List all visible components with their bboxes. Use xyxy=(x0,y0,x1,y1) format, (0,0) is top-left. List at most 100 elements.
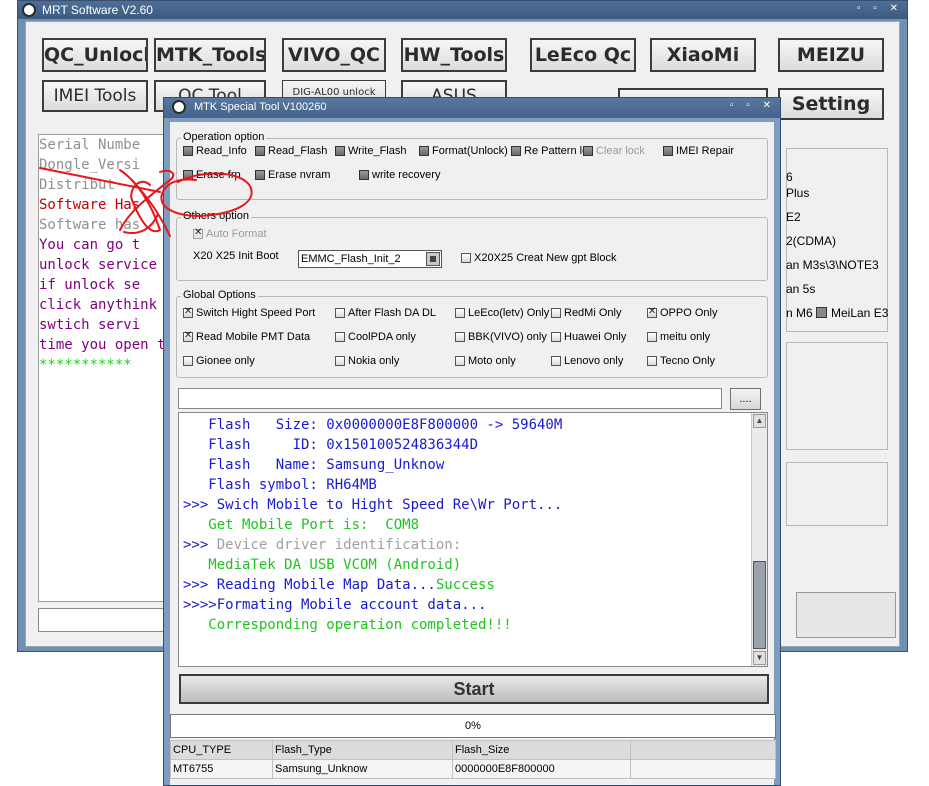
qc-unlock-button[interactable]: QC_Unlock xyxy=(42,38,148,72)
console-text: Swich Mobile to Hight Speed Re\Wr Port..… xyxy=(216,497,563,513)
checkbox-box[interactable] xyxy=(647,356,657,366)
global-option-checkbox[interactable]: Gionee only xyxy=(183,355,255,367)
global-option-checkbox[interactable]: Lenovo only xyxy=(551,355,623,367)
operation-option-checkbox[interactable]: Read_Info xyxy=(183,145,247,157)
console-line: Get Mobile Port is: COM8 xyxy=(183,515,562,535)
operation-option-checkbox[interactable]: Re Pattern lo xyxy=(511,145,588,157)
operation-option-checkbox[interactable]: Erase frp xyxy=(183,169,241,181)
operation-option-checkbox[interactable]: Format(Unlock) xyxy=(419,145,508,157)
init-boot-select[interactable]: EMMC_Flash_Init_2 xyxy=(298,250,442,268)
global-option-checkbox[interactable]: RedMi Only xyxy=(551,307,621,319)
checkbox-box[interactable] xyxy=(455,332,465,342)
option-label: LeEco(letv) Only xyxy=(468,307,550,319)
global-option-checkbox[interactable]: Moto only xyxy=(455,355,516,367)
global-option-checkbox[interactable]: BBK(VIVO) only xyxy=(455,331,547,343)
console-line: Flash symbol: RH64MB xyxy=(183,475,562,495)
global-option-checkbox[interactable]: LeEco(letv) Only xyxy=(455,307,549,319)
checkbox-box[interactable] xyxy=(183,306,193,318)
checkbox-box[interactable] xyxy=(511,146,521,156)
checkbox-box[interactable] xyxy=(647,332,657,342)
gpt-block-label: X20X25 Creat New gpt Block xyxy=(474,252,617,264)
checkbox-box[interactable] xyxy=(183,146,193,156)
operation-option-checkbox[interactable]: Write_Flash xyxy=(335,145,406,157)
operation-option-checkbox[interactable]: write recovery xyxy=(359,169,440,181)
model-fragment: E2 xyxy=(786,210,801,224)
window-controls[interactable]: ▫ ▫ ✕ xyxy=(857,3,903,14)
checkbox-box[interactable] xyxy=(461,253,471,263)
dropdown-arrow-icon[interactable] xyxy=(426,252,440,266)
checkbox-box[interactable] xyxy=(255,146,265,156)
global-option-checkbox[interactable]: Read Mobile PMT Data xyxy=(183,330,310,343)
scroll-down-icon[interactable]: ▼ xyxy=(753,651,766,665)
checkbox-box[interactable] xyxy=(455,308,465,318)
checkbox-box[interactable] xyxy=(663,146,673,156)
global-option-checkbox[interactable]: Nokia only xyxy=(335,355,399,367)
init-boot-label: X20 X25 Init Boot xyxy=(193,250,279,262)
checkbox-box[interactable] xyxy=(335,332,345,342)
scroll-up-icon[interactable]: ▲ xyxy=(753,414,766,428)
gpt-block-checkbox[interactable]: X20X25 Creat New gpt Block xyxy=(461,252,616,264)
file-path-input[interactable] xyxy=(178,388,722,409)
checkbox-box[interactable] xyxy=(551,332,561,342)
setting-button[interactable]: Setting xyxy=(778,88,884,120)
global-option-checkbox[interactable]: Switch Hight Speed Port xyxy=(183,306,315,319)
table-cell: 0000000E8F800000 xyxy=(452,759,631,779)
checkbox-box[interactable] xyxy=(335,356,345,366)
checkbox-box[interactable] xyxy=(335,146,345,156)
browse-button[interactable]: .... xyxy=(730,388,761,410)
option-label: Moto only xyxy=(468,355,516,367)
table-cell: MT6755 xyxy=(170,759,273,779)
start-button[interactable]: Start xyxy=(179,674,769,704)
global-option-checkbox[interactable]: Tecno Only xyxy=(647,355,715,367)
operation-option-checkbox[interactable]: Clear lock xyxy=(583,145,645,157)
checkbox-box[interactable] xyxy=(255,170,265,180)
checkbox-box[interactable] xyxy=(183,356,193,366)
dialog-window-controls[interactable]: ▫ ▫ ✕ xyxy=(730,100,776,111)
option-label: Erase frp xyxy=(196,169,241,181)
checkbox-box[interactable] xyxy=(193,227,203,239)
meilan-e3-option[interactable]: MeiLan E3 xyxy=(816,306,888,320)
checkbox-box[interactable] xyxy=(583,146,593,156)
auto-format-checkbox[interactable]: Auto Format xyxy=(193,227,267,240)
global-option-checkbox[interactable]: meitu only xyxy=(647,331,710,343)
meizu-button[interactable]: MEIZU xyxy=(778,38,884,72)
operation-option-label: Operation option xyxy=(181,131,267,143)
checkbox-box[interactable] xyxy=(183,170,193,180)
others-option-group: Others option Auto Format X20 X25 Init B… xyxy=(176,210,768,281)
checkbox-box[interactable] xyxy=(551,356,561,366)
checkbox[interactable] xyxy=(816,307,827,318)
checkbox-box[interactable] xyxy=(183,330,193,342)
dialog-title: MTK Special Tool V100260 xyxy=(194,101,327,113)
mtk-tools-button[interactable]: MTK_Tools xyxy=(154,38,266,72)
checkbox-box[interactable] xyxy=(455,356,465,366)
auto-format-label: Auto Format xyxy=(206,228,267,240)
checkbox-box[interactable] xyxy=(551,308,561,318)
console-text: Corresponding operation completed!!! xyxy=(183,617,512,633)
main-title-bar: MRT Software V2.60 ▫ ▫ ✕ xyxy=(18,1,907,19)
checkbox-box[interactable] xyxy=(359,170,369,180)
table-header: Flash_Type xyxy=(272,740,453,760)
option-label: IMEI Repair xyxy=(676,145,735,157)
xiaomi-button[interactable]: XiaoMi xyxy=(650,38,756,72)
vivo-qc-button[interactable]: VIVO_QC xyxy=(282,38,386,72)
imei-tools-button[interactable]: IMEI Tools xyxy=(42,80,148,112)
operation-option-checkbox[interactable]: Erase nvram xyxy=(255,169,330,181)
checkbox-box[interactable] xyxy=(335,308,345,318)
scroll-thumb[interactable] xyxy=(753,561,766,649)
app-logo-icon xyxy=(22,3,36,17)
global-option-checkbox[interactable]: Huawei Only xyxy=(551,331,626,343)
right-panel-2 xyxy=(786,342,888,450)
operation-option-checkbox[interactable]: Read_Flash xyxy=(255,145,327,157)
checkbox-box[interactable] xyxy=(419,146,429,156)
global-option-checkbox[interactable]: After Flash DA DL xyxy=(335,307,436,319)
global-option-checkbox[interactable]: OPPO Only xyxy=(647,306,717,319)
operation-option-checkbox[interactable]: IMEI Repair xyxy=(663,145,734,157)
console-text: Flash symbol: RH64MB xyxy=(183,477,377,493)
console-line: MediaTek DA USB VCOM (Android) xyxy=(183,555,562,575)
leeco-qc-button[interactable]: LeEco Qc xyxy=(530,38,636,72)
option-label: CoolPDA only xyxy=(348,331,416,343)
console-scrollbar[interactable]: ▲ ▼ xyxy=(751,413,767,666)
hw-tools-button[interactable]: HW_Tools xyxy=(401,38,507,72)
global-option-checkbox[interactable]: CoolPDA only xyxy=(335,331,416,343)
checkbox-box[interactable] xyxy=(647,306,657,318)
